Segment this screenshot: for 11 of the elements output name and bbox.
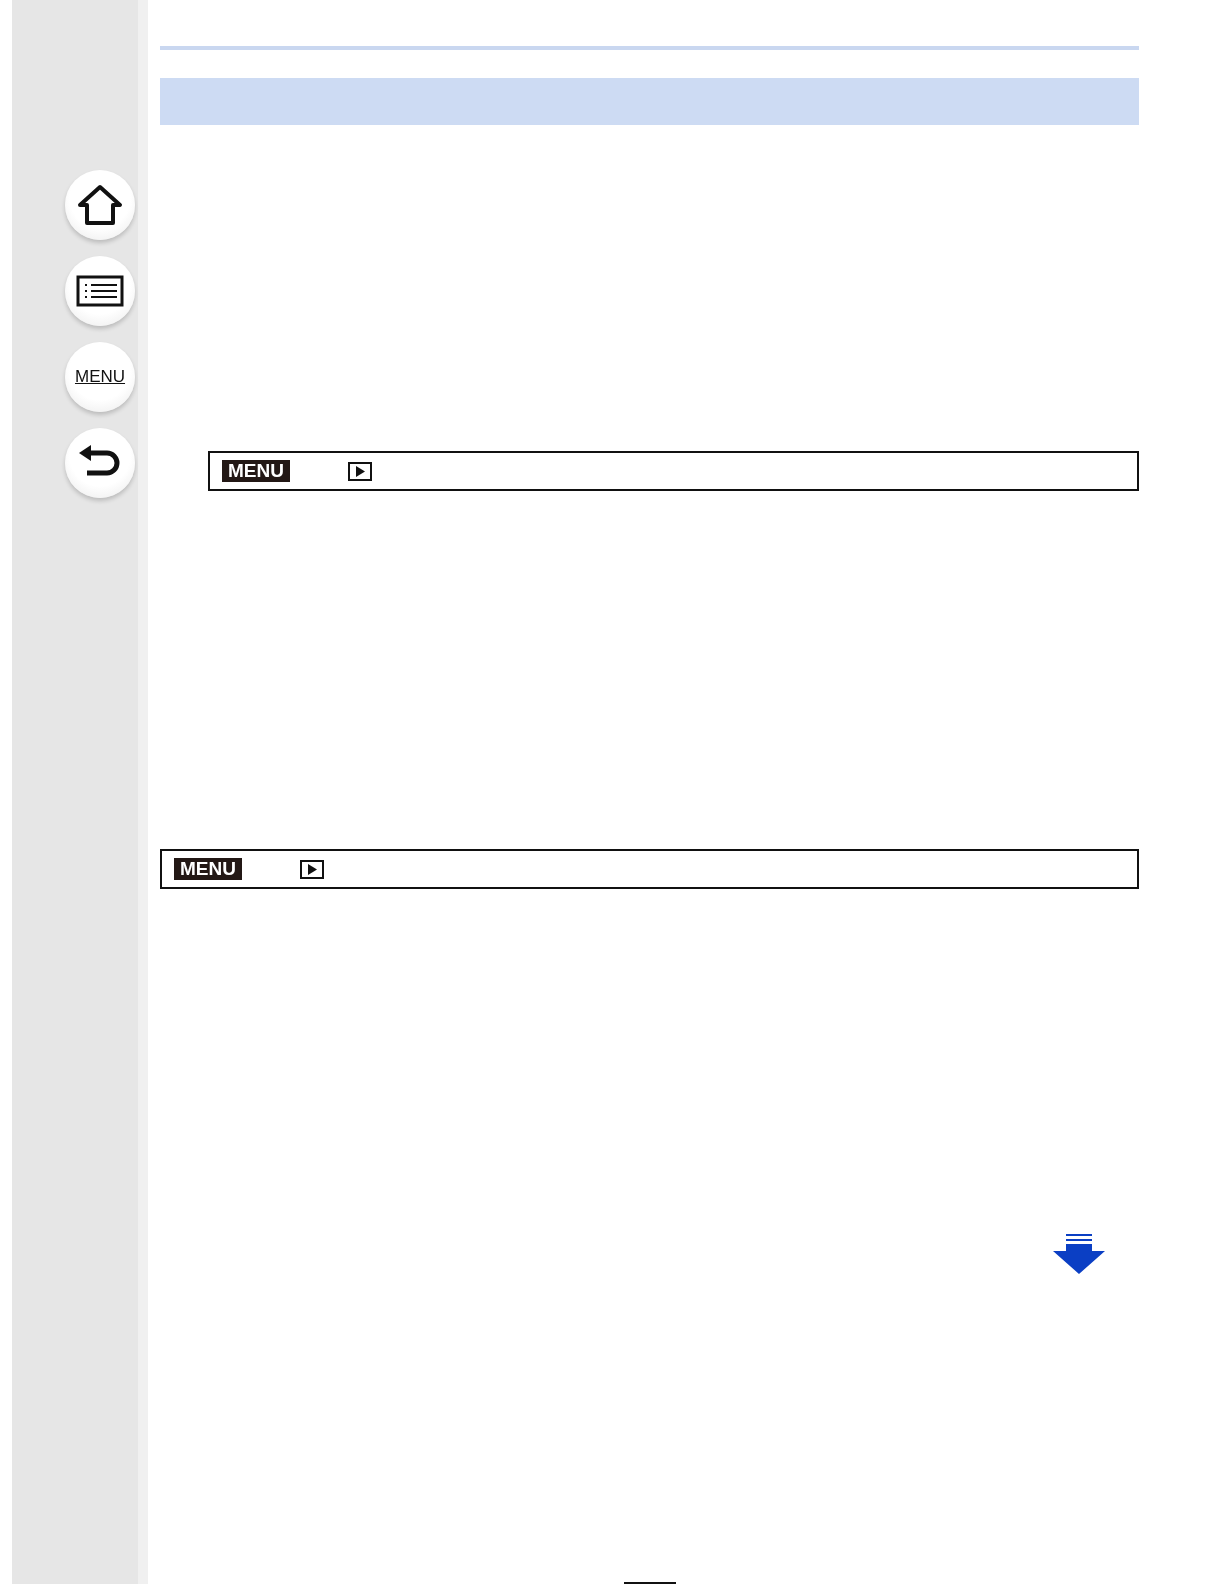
play-icon bbox=[299, 859, 324, 879]
menu-badge: MENU bbox=[174, 858, 242, 880]
down-arrow-icon bbox=[1053, 1234, 1105, 1274]
menu-badge: MENU bbox=[222, 460, 290, 482]
home-button[interactable] bbox=[65, 170, 135, 240]
home-icon bbox=[77, 184, 123, 226]
contents-button[interactable] bbox=[65, 256, 135, 326]
play-icon bbox=[347, 461, 372, 481]
back-button[interactable] bbox=[65, 428, 135, 498]
list-icon bbox=[76, 275, 124, 307]
menu-button[interactable]: MENU bbox=[65, 342, 135, 412]
